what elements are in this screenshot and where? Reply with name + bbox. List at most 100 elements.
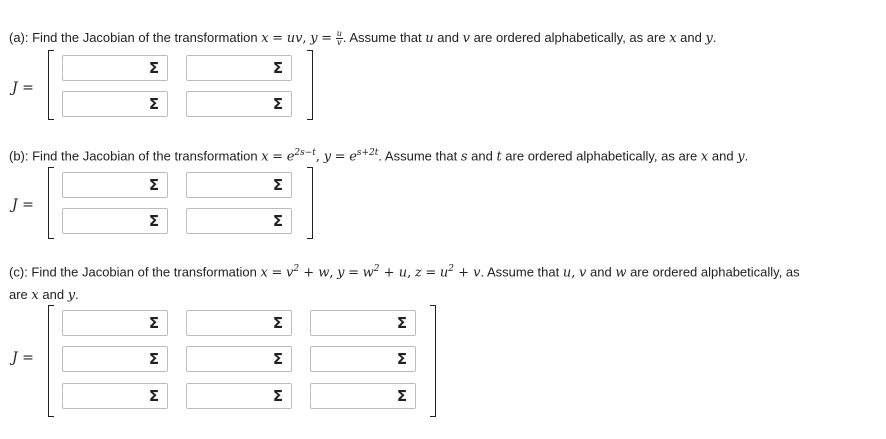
matrix-left-bracket (48, 50, 54, 120)
sigma-icon[interactable]: Σ (271, 177, 285, 193)
question-b-text: and (471, 148, 493, 164)
sigma-icon[interactable]: Σ (147, 351, 161, 367)
math-expr: + u (379, 265, 408, 281)
answer-input[interactable] (189, 58, 273, 80)
jacobian-label-a: J = (12, 80, 34, 96)
answer-cell-a-2-1[interactable]: Σ (62, 91, 168, 117)
math-var: y (705, 31, 713, 46)
sigma-icon[interactable]: Σ (271, 351, 285, 367)
answer-input[interactable] (313, 349, 397, 371)
answer-cell-c-2-3[interactable]: Σ (310, 346, 416, 372)
math-base: e (349, 149, 357, 165)
question-a-text: are ordered alphabetically, as are (473, 30, 666, 45)
matrix-left-bracket (48, 167, 54, 239)
jacobian-symbol: J (12, 350, 18, 366)
math-var: y (737, 149, 745, 165)
sigma-icon[interactable]: Σ (271, 213, 285, 229)
answer-cell-c-1-1[interactable]: Σ (62, 310, 168, 336)
answer-input[interactable] (65, 313, 149, 335)
answer-cell-b-1-2[interactable]: Σ (186, 172, 292, 198)
sigma-icon[interactable]: Σ (147, 388, 161, 404)
question-a-text: . Assume that (342, 30, 422, 45)
math-var: w (615, 265, 627, 281)
question-b-prefix: (b): Find the Jacobian of the transforma… (9, 148, 258, 164)
answer-input[interactable] (65, 386, 149, 408)
math-var: x (261, 31, 269, 46)
sigma-icon[interactable]: Σ (147, 96, 161, 112)
math-expr: + v (453, 265, 481, 281)
math-var: x (700, 149, 709, 165)
question-c-text: are (9, 287, 28, 302)
question-c-text: are ordered alphabetically, as (630, 264, 800, 280)
math-var: x (31, 288, 39, 303)
answer-input[interactable] (65, 349, 149, 371)
answer-input[interactable] (189, 349, 273, 371)
jacobian-symbol: J (12, 197, 18, 213)
math-var: s (460, 149, 468, 165)
answer-cell-c-1-3[interactable]: Σ (310, 310, 416, 336)
math-equals: = (321, 31, 333, 46)
question-a-text: and (437, 30, 459, 45)
question-c-end: . (75, 287, 79, 302)
math-equals: = (272, 149, 284, 165)
sigma-icon[interactable]: Σ (395, 315, 409, 331)
answer-input[interactable] (65, 175, 149, 197)
answer-input[interactable] (189, 386, 273, 408)
math-var: y (310, 31, 318, 46)
math-var: y (323, 149, 332, 165)
math-equals: = (22, 350, 34, 366)
math-equals: = (425, 265, 437, 281)
math-equals: = (334, 149, 346, 165)
answer-input[interactable] (313, 386, 397, 408)
sigma-icon[interactable]: Σ (395, 351, 409, 367)
answer-input[interactable] (65, 94, 149, 116)
question-b-text: and (711, 148, 734, 164)
answer-cell-c-3-1[interactable]: Σ (62, 383, 168, 409)
math-base: w (362, 265, 374, 281)
sigma-icon[interactable]: Σ (271, 315, 285, 331)
answer-cell-c-3-3[interactable]: Σ (310, 383, 416, 409)
answer-input[interactable] (313, 313, 397, 335)
math-equals: = (272, 31, 284, 46)
sigma-icon[interactable]: Σ (271, 96, 285, 112)
math-var: x (261, 149, 269, 165)
jacobian-label-c: J = (12, 350, 34, 366)
answer-cell-a-2-2[interactable]: Σ (186, 91, 292, 117)
answer-input[interactable] (65, 211, 149, 233)
question-a: (a): Find the Jacobian of the transforma… (9, 29, 717, 48)
answer-input[interactable] (189, 211, 273, 233)
answer-cell-c-2-2[interactable]: Σ (186, 346, 292, 372)
answer-cell-a-1-1[interactable]: Σ (62, 55, 168, 81)
sigma-icon[interactable]: Σ (271, 60, 285, 76)
answer-input[interactable] (65, 58, 149, 80)
question-c-prefix: (c): Find the Jacobian of the transforma… (9, 264, 257, 280)
sigma-icon[interactable]: Σ (271, 388, 285, 404)
answer-cell-c-3-2[interactable]: Σ (186, 383, 292, 409)
answer-cell-b-2-1[interactable]: Σ (62, 208, 168, 234)
sigma-icon[interactable]: Σ (147, 177, 161, 193)
answer-cell-c-2-1[interactable]: Σ (62, 346, 168, 372)
answer-input[interactable] (189, 94, 273, 116)
question-c-text: and (42, 287, 65, 302)
answer-input[interactable] (189, 313, 273, 335)
answer-cell-b-2-2[interactable]: Σ (186, 208, 292, 234)
math-var: u (425, 31, 434, 46)
math-fraction: uv (335, 30, 343, 47)
question-a-prefix: (a): Find the Jacobian of the transforma… (9, 30, 258, 45)
math-equals: = (22, 80, 34, 96)
math-expr: uv (286, 31, 303, 46)
math-var: t (496, 149, 502, 165)
question-b-text: are ordered alphabetically, as are (505, 148, 698, 164)
sigma-icon[interactable]: Σ (395, 388, 409, 404)
jacobian-symbol: J (12, 80, 18, 96)
math-equals: = (348, 265, 360, 281)
sigma-icon[interactable]: Σ (147, 60, 161, 76)
math-expr: + w (299, 265, 330, 281)
matrix-right-bracket (307, 167, 313, 239)
answer-cell-b-1-1[interactable]: Σ (62, 172, 168, 198)
answer-input[interactable] (189, 175, 273, 197)
sigma-icon[interactable]: Σ (147, 315, 161, 331)
answer-cell-c-1-2[interactable]: Σ (186, 310, 292, 336)
answer-cell-a-1-2[interactable]: Σ (186, 55, 292, 81)
sigma-icon[interactable]: Σ (147, 213, 161, 229)
